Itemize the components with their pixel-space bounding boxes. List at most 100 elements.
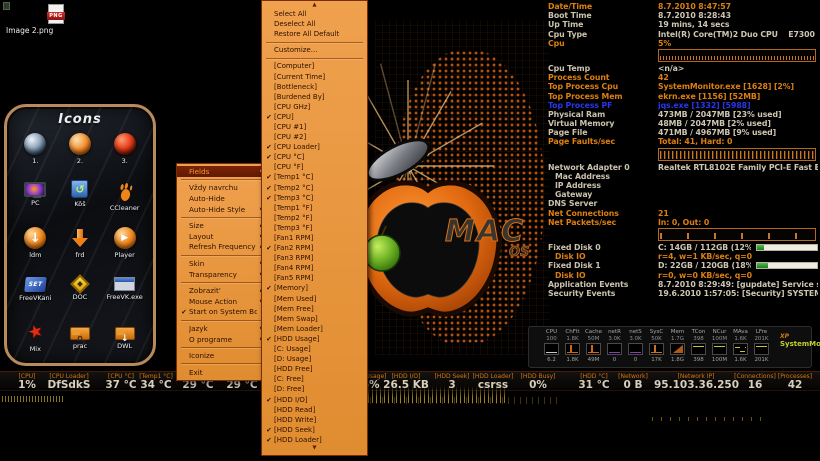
info-value: C: 14GB / 112GB (12% used) xyxy=(658,243,751,252)
png-file-icon[interactable]: PNG xyxy=(48,4,64,24)
menu-item[interactable]: Vždy navrchu xyxy=(177,183,267,194)
icon-dock-panel: Icons 1. 2. 3. xyxy=(4,104,156,366)
field-menu-item[interactable]: [C: Free] xyxy=(262,374,367,384)
field-menu-item[interactable]: [Bottleneck] xyxy=(262,82,367,92)
info-value: SystemMonitor.exe [1628] [2%] xyxy=(658,82,818,91)
field-menu-item[interactable]: [HDD I/O] xyxy=(262,394,367,404)
field-menu-item[interactable]: [HDD Read] xyxy=(262,405,367,415)
field-menu-item[interactable]: [HDD Seek] xyxy=(262,425,367,435)
field-menu-item[interactable]: Customize... xyxy=(262,45,367,55)
desktop: MAC OS PNG Image 2.png Icons 1. 2. xyxy=(0,0,820,461)
field-menu-item[interactable]: Deselect All xyxy=(262,19,367,29)
dock-item[interactable]: CCleaner xyxy=(102,180,147,224)
dock-item[interactable]: Kôš xyxy=(58,180,103,224)
menu-item[interactable]: Start on System Boot xyxy=(177,307,267,318)
field-menu-item[interactable]: [Temp3 °C] xyxy=(262,193,367,203)
menu-item[interactable]: Layout xyxy=(177,231,267,242)
menu-item[interactable]: Size xyxy=(177,220,267,231)
field-menu-item[interactable]: [HDD Usage] xyxy=(262,334,367,344)
menu-item[interactable]: Auto-Hide xyxy=(177,193,267,204)
field-menu-item[interactable]: [Temp1 °F] xyxy=(262,203,367,213)
small-file-icon[interactable] xyxy=(3,2,10,10)
menu-item[interactable]: Fields xyxy=(177,166,267,177)
dock-item-label: CCleaner xyxy=(110,204,140,212)
field-menu-item[interactable]: [Mem Free] xyxy=(262,304,367,314)
dock-grid: 1. 2. 3. PC Kôš xyxy=(13,133,147,365)
field-menu-item[interactable]: [CPU GHz] xyxy=(262,102,367,112)
system-info-row: Cpu Temp <n/a> xyxy=(548,64,818,73)
field-menu-item[interactable]: Select All xyxy=(262,9,367,19)
field-menu-item[interactable]: [CPU] xyxy=(262,112,367,122)
menu-item[interactable]: Transparency xyxy=(177,269,267,280)
info-label: Cpu xyxy=(548,39,658,48)
field-menu-item[interactable]: [Fan5 RPM] xyxy=(262,273,367,283)
field-menu-item[interactable]: [Fan4 RPM] xyxy=(262,263,367,273)
field-menu-item[interactable]: [CPU Loader] xyxy=(262,142,367,152)
field-menu-item[interactable]: [CPU #2] xyxy=(262,132,367,142)
field-menu-item[interactable]: Restore All Default xyxy=(262,29,367,39)
dock-item[interactable]: DWL xyxy=(102,321,147,365)
menu-item[interactable]: Skin xyxy=(177,258,267,269)
field-menu-item[interactable]: [Temp2 °F] xyxy=(262,213,367,223)
field-menu-item[interactable]: [Current Time] xyxy=(262,71,367,81)
field-menu-item[interactable]: [HDD Free] xyxy=(262,364,367,374)
info-value: 8.7.2010 8:28:43 xyxy=(658,11,818,20)
field-menu-item[interactable]: [Temp1 °C] xyxy=(262,172,367,182)
dock-item-label: Player xyxy=(115,251,135,259)
field-menu-item[interactable]: [Memory] xyxy=(262,283,367,293)
field-menu-item[interactable]: [D: Free] xyxy=(262,384,367,394)
dock-item[interactable]: Mix xyxy=(13,321,58,365)
dock-item[interactable]: 3. xyxy=(102,133,147,177)
field-menu-item[interactable]: [C: Usage] xyxy=(262,344,367,354)
field-menu-item[interactable]: [Mem Used] xyxy=(262,294,367,304)
menu-item[interactable]: Iconize xyxy=(177,350,267,361)
field-menu-item[interactable]: [Fan3 RPM] xyxy=(262,253,367,263)
field-menu-item[interactable]: [CPU #1] xyxy=(262,122,367,132)
field-menu-item[interactable]: [Burdened By] xyxy=(262,92,367,102)
field-menu-item[interactable]: [Temp3 °F] xyxy=(262,223,367,233)
info-value xyxy=(658,199,818,208)
dock-item[interactable]: ldm xyxy=(13,227,58,271)
scroll-down-icon[interactable]: ▼ xyxy=(262,445,367,452)
info-label: Fixed Disk 0 xyxy=(548,243,658,252)
status-field: [Network IP] 95.103.36.250 xyxy=(654,373,738,391)
field-menu-item[interactable]: [Fan2 RPM] xyxy=(262,243,367,253)
field-menu-item[interactable]: [Computer] xyxy=(262,61,367,71)
menu-item[interactable]: Exit xyxy=(177,367,267,378)
field-menu-item[interactable]: [Temp2 °C] xyxy=(262,183,367,193)
menu-item[interactable]: Zobrazit' xyxy=(177,285,267,296)
dock-item[interactable]: 2. xyxy=(58,133,103,177)
menu-item[interactable]: Auto-Hide Style xyxy=(177,204,267,215)
status-field-value: 34 °C xyxy=(132,380,180,391)
field-menu-item[interactable]: [HDD Write] xyxy=(262,415,367,425)
meter-graph xyxy=(712,343,727,355)
dock-item[interactable]: prac xyxy=(58,321,103,365)
dock-item[interactable]: PC xyxy=(13,180,58,224)
dock-item-label: frd xyxy=(76,251,85,259)
field-menu-item[interactable]: [Mem Swap] xyxy=(262,314,367,324)
dock-item[interactable]: Player xyxy=(102,227,147,271)
field-menu-item[interactable]: [D: Usage] xyxy=(262,354,367,364)
menu-item[interactable]: O programe xyxy=(177,334,267,345)
menu-item[interactable]: Jazyk xyxy=(177,323,267,334)
system-info-row: Disk IO r=4, w=1 KB/sec, q=0 xyxy=(548,252,818,261)
field-menu-item[interactable]: [CPU °C] xyxy=(262,152,367,162)
system-info-row: Virtual Memory 48MB / 2047MB [2% used] xyxy=(548,119,818,128)
dock-item-label: FreeVK.exe xyxy=(107,293,143,301)
field-menu-item[interactable]: [CPU °F] xyxy=(262,162,367,172)
menu-item[interactable]: Refresh Frequency xyxy=(177,242,267,253)
field-menu-item-label: [HDD Seek] xyxy=(274,426,357,434)
scroll-up-icon[interactable]: ▲ xyxy=(262,2,367,9)
dock-item[interactable]: FreeVKani xyxy=(13,274,58,318)
dock-item[interactable]: FreeVK.exe xyxy=(102,274,147,318)
menu-item[interactable]: Mouse Action xyxy=(177,296,267,307)
dock-item[interactable]: 1. xyxy=(13,133,58,177)
dock-item[interactable]: frd xyxy=(58,227,103,271)
disk-usage-bar-fill xyxy=(757,263,768,268)
field-menu-item[interactable]: [HDD Loader] xyxy=(262,435,367,445)
menu-item-label: Iconize xyxy=(189,351,257,360)
file-label[interactable]: Image 2.png xyxy=(6,26,53,35)
field-menu-item[interactable]: [Mem Loader] xyxy=(262,324,367,334)
field-menu-item[interactable]: [Fan1 RPM] xyxy=(262,233,367,243)
dock-item[interactable]: DOC xyxy=(58,274,103,318)
